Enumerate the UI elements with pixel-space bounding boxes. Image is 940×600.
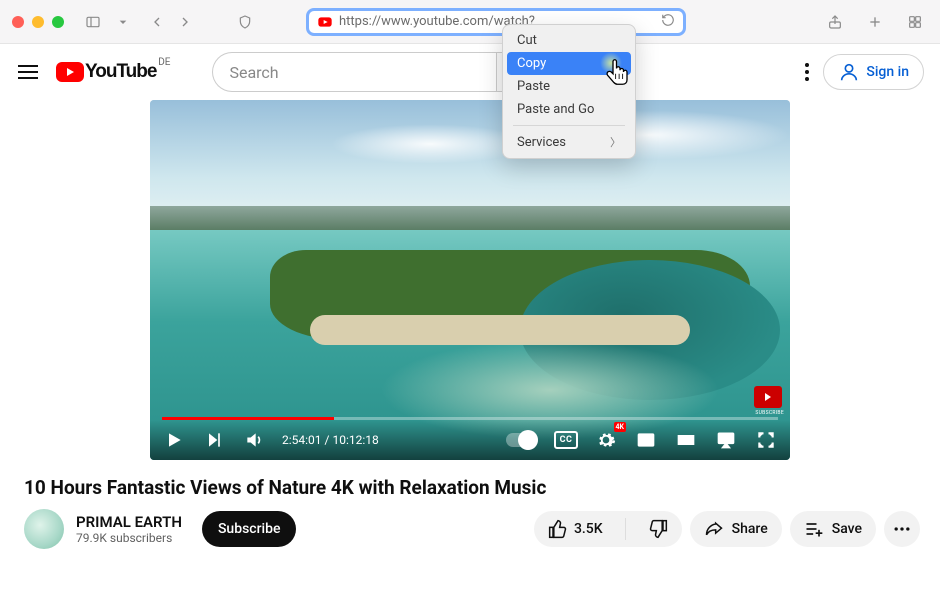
channel-info: PRIMAL EARTH 79.9K subscribers — [76, 513, 182, 545]
sidebar-toggle[interactable] — [80, 9, 106, 35]
share-arrow-icon — [704, 519, 724, 539]
player-controls: 2:54:01 / 10:12:18 CC 4K — [150, 420, 790, 460]
chevron-right-icon: 〉 — [610, 134, 621, 150]
video-player[interactable]: SUBSCRIBE 2:54:01 / 10:12:18 CC 4K — [150, 100, 790, 460]
channel-name[interactable]: PRIMAL EARTH — [76, 513, 182, 531]
tab-groups-dropdown[interactable] — [110, 9, 136, 35]
channel-avatar[interactable] — [24, 509, 64, 549]
menu-icon[interactable] — [16, 60, 40, 84]
thumbs-up-icon — [548, 519, 568, 539]
subscribe-watermark-icon[interactable] — [754, 386, 782, 408]
like-dislike-group: 3.5K — [534, 511, 682, 547]
timecode: 2:54:01 / 10:12:18 — [282, 433, 379, 447]
menu-services[interactable]: Services〉 — [503, 130, 635, 154]
privacy-shield-icon[interactable] — [232, 9, 258, 35]
search-input[interactable]: Search — [212, 52, 496, 92]
user-icon — [838, 61, 860, 83]
subscribe-watermark-label: SUBSCRIBE — [755, 410, 784, 416]
thumbs-down-icon — [648, 519, 668, 539]
save-label: Save — [832, 521, 862, 537]
more-actions-button[interactable] — [884, 511, 920, 547]
subscribe-button[interactable]: Subscribe — [202, 511, 297, 547]
captions-icon[interactable]: CC — [554, 431, 578, 449]
sign-in-button[interactable]: Sign in — [823, 54, 924, 90]
more-dots-icon — [892, 519, 912, 539]
click-indicator — [600, 52, 622, 74]
sign-in-label: Sign in — [866, 64, 909, 80]
share-button[interactable]: Share — [690, 511, 782, 547]
volume-icon[interactable] — [242, 428, 266, 452]
like-count: 3.5K — [574, 521, 603, 537]
search-placeholder: Search — [229, 63, 278, 82]
context-menu: Cut Copy Paste Paste and Go Services〉 — [502, 24, 636, 159]
maximize-window[interactable] — [52, 16, 64, 28]
action-bar: 3.5K Share Save — [534, 511, 920, 547]
youtube-play-icon — [56, 62, 84, 82]
minimize-window[interactable] — [32, 16, 44, 28]
fullscreen-icon[interactable] — [754, 428, 778, 452]
theater-icon[interactable] — [674, 428, 698, 452]
video-container: SUBSCRIBE 2:54:01 / 10:12:18 CC 4K — [150, 100, 790, 460]
new-tab-icon[interactable] — [862, 9, 888, 35]
video-title: 10 Hours Fantastic Views of Nature 4K wi… — [24, 476, 790, 499]
save-button[interactable]: Save — [790, 511, 876, 547]
menu-paste[interactable]: Paste — [503, 75, 635, 98]
share-label: Share — [732, 521, 768, 537]
close-window[interactable] — [12, 16, 24, 28]
safari-toolbar: https://www.youtube.com/watch? — [0, 0, 940, 44]
menu-cut[interactable]: Cut — [503, 29, 635, 52]
site-favicon — [317, 14, 333, 30]
airplay-icon[interactable] — [714, 428, 738, 452]
share-icon[interactable] — [822, 9, 848, 35]
autoplay-toggle[interactable] — [506, 433, 538, 447]
like-button[interactable]: 3.5K — [534, 511, 617, 547]
youtube-logo[interactable]: YouTube DE — [56, 61, 156, 83]
menu-paste-and-go[interactable]: Paste and Go — [503, 98, 635, 121]
youtube-wordmark: YouTube — [85, 61, 156, 83]
youtube-header: YouTube DE Search Sign in — [0, 44, 940, 100]
forward-button[interactable] — [172, 9, 198, 35]
miniplayer-icon[interactable] — [634, 428, 658, 452]
dislike-button[interactable] — [634, 511, 682, 547]
play-icon[interactable] — [162, 428, 186, 452]
region-code: DE — [158, 57, 170, 68]
settings-icon[interactable]: 4K — [594, 428, 618, 452]
menu-separator — [513, 125, 625, 126]
back-button[interactable] — [144, 9, 170, 35]
reload-icon[interactable] — [661, 13, 675, 31]
playlist-add-icon — [804, 519, 824, 539]
window-controls — [12, 16, 64, 28]
quality-badge: 4K — [614, 422, 626, 432]
next-icon[interactable] — [202, 428, 226, 452]
video-meta-row: PRIMAL EARTH 79.9K subscribers Subscribe… — [24, 509, 920, 549]
settings-dots-icon[interactable] — [805, 63, 809, 81]
channel-subscribers: 79.9K subscribers — [76, 531, 182, 545]
tab-overview-icon[interactable] — [902, 9, 928, 35]
